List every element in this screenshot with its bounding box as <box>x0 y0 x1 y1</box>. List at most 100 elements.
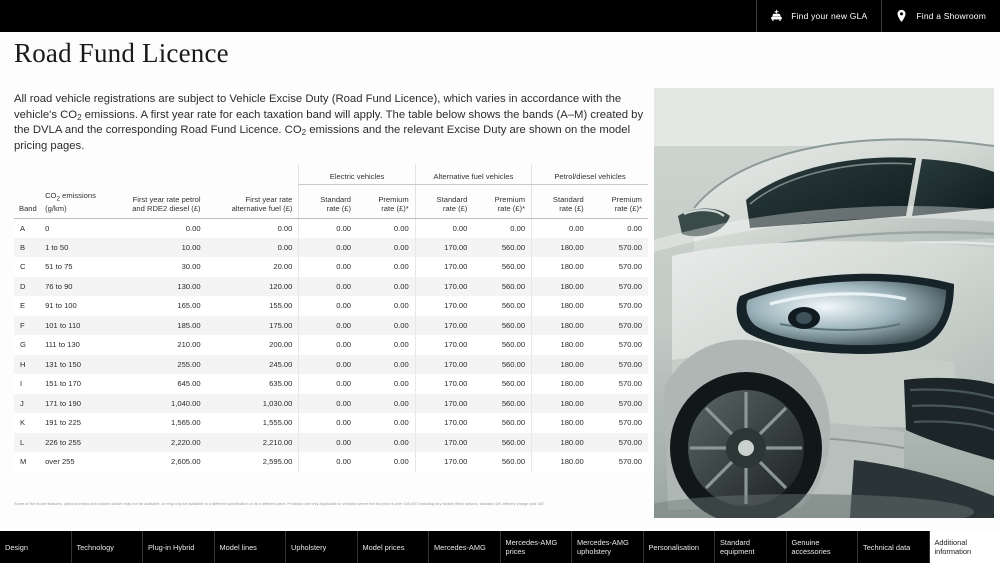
cell-first-year-rate-petrol: 1,040.00 <box>171 398 201 408</box>
cell-co2-emissions: 1 to 50 <box>45 242 69 252</box>
af-prem-line1: Premium <box>494 194 526 204</box>
nav-tab-mercedes-amg[interactable]: Mercedes-AMG <box>429 531 501 563</box>
bottom-navigation: Design Technology Plug-in Hybrid Model line… <box>0 531 1000 563</box>
cell-ev-premium-rate: 0.00 <box>393 418 409 428</box>
nav-tab-label: Mercedes-AMG <box>434 542 486 552</box>
footnote-text: Some of the model features, optional ext… <box>14 501 545 506</box>
page-root: Find your new GLA Find a Showroom Road F… <box>0 0 1000 563</box>
table-body: A 0 0.00 0.00 0.00 0.00 0.00 0.00 0.00 0.00 B 1 to … <box>14 218 648 472</box>
nav-tab-upholstery[interactable]: Upholstery <box>286 531 358 563</box>
cell-band: I <box>20 379 23 389</box>
cell-ev-standard-rate: 0.00 <box>298 452 358 472</box>
cell-first-year-rate-petrol: 2,605.00 <box>171 457 201 467</box>
col-header-co2-emissions: CO2 emissions (g/km) <box>40 184 115 219</box>
nav-tab-label: Design <box>5 542 29 552</box>
ev-prem-line1: Premium <box>378 194 409 204</box>
nav-tab-standard-equipment[interactable]: Standard equipment <box>715 531 787 563</box>
cell-first-year-rate-petrol: 0.00 <box>185 223 201 233</box>
table-row: L 226 to 255 2,220.00 2,210.00 0.00 0.00 170.0… <box>14 432 648 452</box>
cell-af-premium-rate: 560.00 <box>501 320 526 330</box>
cell-af-standard-rate: 170.00 <box>414 413 474 433</box>
cell-first-year-rate-petrol: 645.00 <box>177 379 201 389</box>
group-header-alternative-fuel-vehicles: Alternative fuel vehicles <box>414 164 532 185</box>
cell-af-standard-rate: 170.00 <box>414 276 474 296</box>
cell-pd-premium-rate: 570.00 <box>618 379 642 389</box>
cell-af-standard-rate: 170.00 <box>414 257 474 277</box>
cell-co2-emissions: 131 to 150 <box>45 359 81 369</box>
cell-af-standard-rate: 170.00 <box>414 354 474 374</box>
col-header-pd-standard-rate: Standard rate (£) <box>531 184 590 219</box>
cell-first-year-rate-alternative-fuel: 20.00 <box>273 262 293 272</box>
cell-ev-standard-rate: 0.00 <box>298 432 358 452</box>
table-row: F 101 to 110 185.00 175.00 0.00 0.00 170.00 560… <box>14 315 648 335</box>
cell-pd-standard-rate: 180.00 <box>531 237 590 257</box>
nav-tab-label: Model lines <box>219 542 257 552</box>
nav-tab-mercedes-amg-prices[interactable]: Mercedes-AMG prices <box>501 531 572 563</box>
nav-tab-label: Standard equipment <box>720 538 755 556</box>
intro-co2-subscript-1: 2 <box>77 112 82 122</box>
cell-band: H <box>20 359 26 369</box>
cell-ev-premium-rate: 0.00 <box>393 262 409 272</box>
emissions-word: emissions <box>60 190 96 200</box>
cell-pd-premium-rate: 570.00 <box>618 301 642 311</box>
cell-co2-emissions: 91 to 100 <box>45 301 77 311</box>
page-title: Road Fund Licence <box>14 38 229 68</box>
cell-pd-standard-rate: 180.00 <box>531 354 590 374</box>
cell-ev-premium-rate: 0.00 <box>393 457 409 467</box>
cell-pd-premium-rate: 570.00 <box>618 262 642 272</box>
intro-co2-subscript-2: 2 <box>301 128 307 138</box>
cell-co2-emissions: 51 to 75 <box>45 262 73 272</box>
cell-first-year-rate-alternative-fuel: 200.00 <box>269 340 293 350</box>
group-header-spacer <box>14 164 299 184</box>
nav-tab-additional-information[interactable]: Additional information <box>929 531 1000 563</box>
cell-first-year-rate-petrol: 255.00 <box>177 359 201 369</box>
cell-ev-standard-rate: 0.00 <box>298 413 358 433</box>
top-bar: Find your new GLA Find a Showroom <box>0 0 1000 32</box>
pd-prem-line2: rate (£)* <box>614 204 642 213</box>
cell-first-year-rate-alternative-fuel: 245.00 <box>269 359 293 369</box>
cell-af-premium-rate: 560.00 <box>501 437 526 447</box>
nav-tab-mercedes-amg-upholstery[interactable]: Mercedes-AMG upholstery <box>572 531 644 563</box>
cell-pd-standard-rate: 180.00 <box>531 452 590 472</box>
emissions-unit: (g/km) <box>45 204 67 213</box>
cell-af-premium-rate: 560.00 <box>501 398 526 408</box>
nav-tab-genuine-accessories[interactable]: Genuine accessories <box>787 531 858 563</box>
cell-band: A <box>20 223 26 233</box>
nav-tab-design[interactable]: Design <box>0 531 72 563</box>
cell-ev-standard-rate: 0.00 <box>298 257 358 277</box>
cell-af-standard-rate: 170.00 <box>414 315 474 335</box>
cell-ev-premium-rate: 0.00 <box>393 242 409 252</box>
cell-ev-premium-rate: 0.00 <box>393 281 409 291</box>
nav-tab-plug-in-hybrid[interactable]: Plug-in Hybrid <box>143 531 215 563</box>
nav-tab-label: Genuine accessories <box>791 538 831 556</box>
nav-tab-technical-data[interactable]: Technical data <box>858 531 930 563</box>
cell-ev-standard-rate: 0.00 <box>298 374 358 394</box>
find-a-showroom-button[interactable]: Find a Showroom <box>881 0 1000 32</box>
cell-co2-emissions: 191 to 225 <box>45 418 81 428</box>
table-head: Electric vehicles Alternative fuel vehic… <box>14 164 648 219</box>
cell-ev-standard-rate: 0.00 <box>298 335 358 355</box>
nav-tab-label: Mercedes-AMG prices <box>505 538 558 556</box>
nav-tab-label: Upholstery <box>291 542 327 552</box>
cell-first-year-rate-petrol: 185.00 <box>177 320 201 330</box>
nav-tab-personalisation[interactable]: Personalisation <box>644 531 715 563</box>
cell-first-year-rate-alternative-fuel: 1,030.00 <box>262 398 293 408</box>
cell-ev-premium-rate: 0.00 <box>393 359 409 369</box>
cell-co2-emissions: 0 <box>45 223 50 233</box>
cell-ev-premium-rate: 0.00 <box>393 340 409 350</box>
cell-first-year-rate-petrol: 130.00 <box>177 281 201 291</box>
nav-tab-model-lines[interactable]: Model lines <box>215 531 286 563</box>
cell-ev-standard-rate: 0.00 <box>298 276 358 296</box>
cell-first-year-rate-alternative-fuel: 120.00 <box>269 281 293 291</box>
find-a-showroom-label: Find a Showroom <box>916 11 986 21</box>
table-row: Mover 255 2,605.00 2,595.00 0.00 0.00 170.00 5… <box>14 452 648 472</box>
cell-first-year-rate-petrol: 1,565.00 <box>171 418 201 428</box>
nav-tab-model-prices[interactable]: Model prices <box>358 531 429 563</box>
cell-ev-standard-rate: 0.00 <box>298 218 358 238</box>
cell-co2-emissions: 76 to 90 <box>45 281 73 291</box>
find-your-new-gla-button[interactable]: Find your new GLA <box>756 0 881 32</box>
fy-alt-line2: alternative fuel (£) <box>231 204 293 213</box>
cell-band: D <box>20 281 26 291</box>
nav-tab-technology[interactable]: Technology <box>72 531 143 563</box>
cell-co2-emissions: over 255 <box>45 457 75 467</box>
